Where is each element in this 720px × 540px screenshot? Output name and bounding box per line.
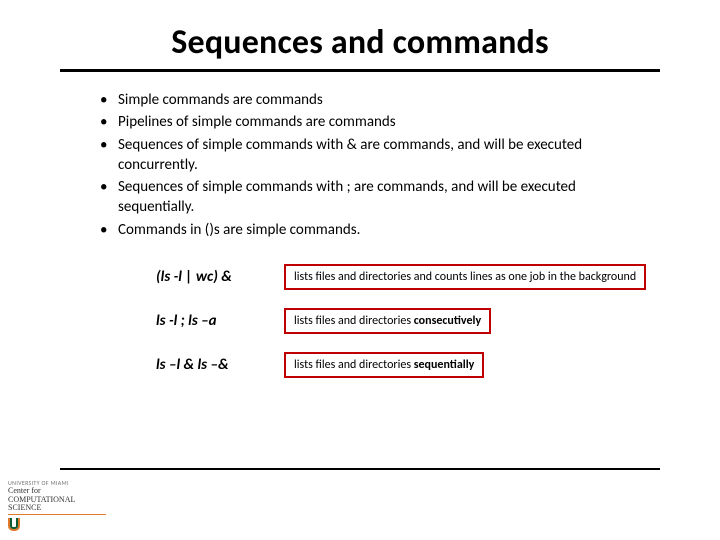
footer-center-line1: Center for — [8, 486, 41, 495]
footer-center-line2: COMPUTATIONAL — [8, 495, 75, 504]
example-row: (ls -l | wc) & lists files and directori… — [156, 264, 660, 290]
example-description: lists files and directories sequentially — [284, 352, 484, 378]
slide: Sequences and commands Simple commands a… — [0, 0, 720, 540]
example-command: ls -l ; ls –a — [156, 312, 284, 330]
bottom-rule — [60, 468, 660, 470]
footer-center-line3: SCIENCE — [8, 503, 41, 512]
example-command: (ls -l | wc) & — [156, 268, 284, 286]
bullet-item: Commands in ()s are simple commands. — [100, 220, 650, 240]
example-description: lists files and directories consecutivel… — [284, 308, 491, 334]
bullet-item: Simple commands are commands — [100, 90, 650, 110]
bullet-item: Sequences of simple commands with & are … — [100, 135, 650, 176]
footer-accent-bar — [8, 514, 106, 515]
slide-title: Sequences and commands — [60, 22, 660, 63]
example-row: ls –l & ls –& lists files and directorie… — [156, 352, 660, 378]
example-row: ls -l ; ls –a lists files and directorie… — [156, 308, 660, 334]
um-logo-icon — [8, 517, 28, 531]
title-rule — [60, 69, 660, 72]
bullet-item: Pipelines of simple commands are command… — [100, 112, 650, 132]
example-description: lists files and directories and counts l… — [284, 264, 646, 290]
footer: UNIVERSITY OF MIAMI Center for COMPUTATI… — [8, 480, 106, 534]
bullet-list: Simple commands are commands Pipelines o… — [60, 90, 660, 240]
example-command: ls –l & ls –& — [156, 356, 284, 374]
bullet-item: Sequences of simple commands with ; are … — [100, 177, 650, 218]
examples-table: (ls -l | wc) & lists files and directori… — [156, 264, 660, 378]
